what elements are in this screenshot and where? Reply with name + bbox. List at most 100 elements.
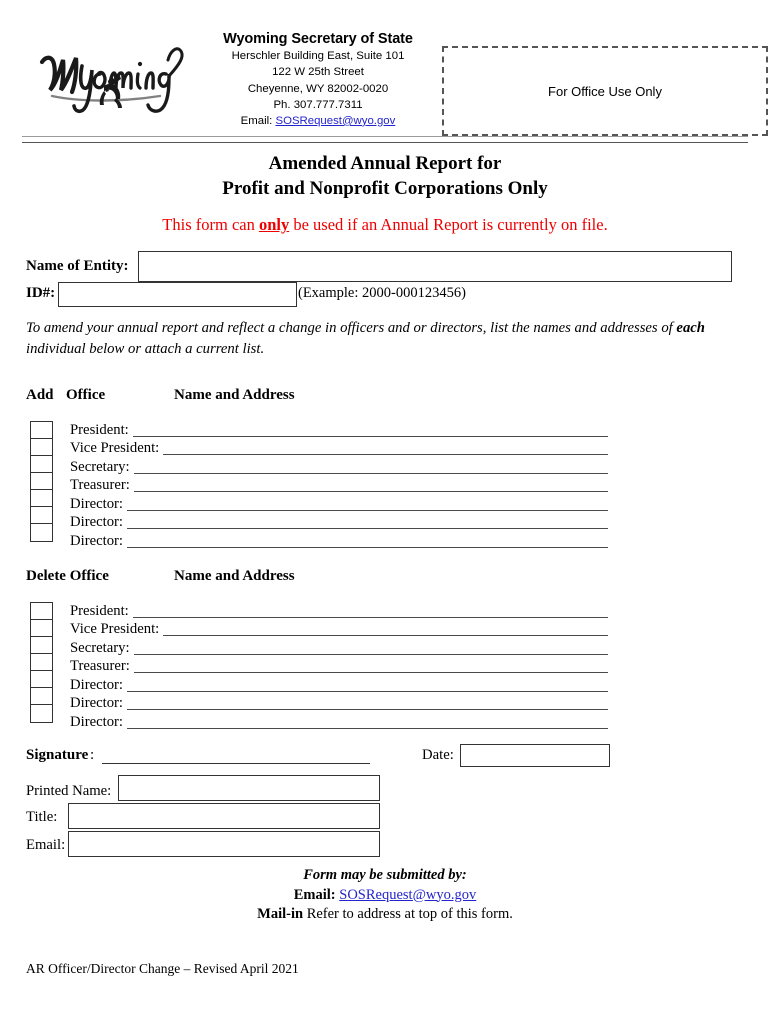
for-office-use-only-box: For Office Use Only bbox=[442, 46, 768, 136]
officer-title-label: Treasurer: bbox=[70, 658, 130, 675]
header-email-label: Email: bbox=[240, 114, 273, 127]
title-field-label: Title: bbox=[26, 809, 58, 825]
officer-name-address-input[interactable] bbox=[127, 690, 608, 692]
officer-checkbox[interactable] bbox=[30, 421, 53, 440]
officer-name-address-input[interactable] bbox=[127, 509, 608, 511]
officer-title-label: Director: bbox=[70, 495, 124, 512]
add-column-label: Add bbox=[26, 387, 54, 403]
officer-checkbox[interactable] bbox=[30, 438, 53, 457]
submit-email-label: Email: bbox=[293, 886, 336, 903]
submit-mail-label: Mail-in bbox=[257, 906, 304, 923]
signature-input[interactable] bbox=[102, 763, 370, 764]
for-office-use-only-label: For Office Use Only bbox=[548, 83, 662, 99]
officer-name-address-input[interactable] bbox=[127, 546, 608, 548]
form-page: Wyoming Secretary of State Herschler Bui… bbox=[0, 0, 770, 1024]
officer-checkbox[interactable] bbox=[30, 455, 53, 474]
officer-title-label: Director: bbox=[70, 514, 124, 531]
warning-text-before: This form can bbox=[162, 215, 259, 234]
officer-checkbox[interactable] bbox=[30, 704, 53, 723]
submit-email-row: Email: SOSRequest@wyo.gov bbox=[22, 886, 748, 906]
officer-row: Director: bbox=[70, 495, 608, 514]
officer-row: Secretary: bbox=[70, 639, 608, 658]
officer-checkbox[interactable] bbox=[30, 602, 53, 621]
officer-title-label: President: bbox=[70, 421, 129, 438]
phone-number: Ph. 307.777.7311 bbox=[273, 98, 363, 111]
officer-row: Director: bbox=[70, 532, 608, 551]
officer-name-address-input[interactable] bbox=[133, 472, 608, 474]
delete-column-label: Delete Office bbox=[26, 568, 109, 584]
date-label: Date: bbox=[422, 747, 454, 763]
email-input[interactable] bbox=[68, 831, 380, 857]
entity-name-input[interactable] bbox=[138, 251, 732, 282]
officer-title-label: Secretary: bbox=[70, 639, 130, 656]
amend-instruction: To amend your annual report and reflect … bbox=[26, 318, 736, 361]
submit-title: Form may be submitted by: bbox=[303, 867, 467, 883]
revision-footnote: AR Officer/Director Change – Revised Apr… bbox=[26, 961, 299, 976]
officer-checkbox[interactable] bbox=[30, 687, 53, 706]
officer-row: Director: bbox=[70, 514, 608, 533]
address-line-2: 122 W 25th Street bbox=[272, 66, 364, 79]
printed-name-input[interactable] bbox=[118, 775, 380, 801]
officer-name-address-input[interactable] bbox=[133, 490, 608, 492]
officer-checkbox[interactable] bbox=[30, 523, 53, 542]
header-email-row: Email: SOSRequest@wyo.gov bbox=[202, 113, 434, 129]
officer-title-label: Vice President: bbox=[70, 621, 160, 638]
officer-title-label: Director: bbox=[70, 532, 124, 549]
officer-row: President: bbox=[70, 602, 608, 621]
submit-email-link[interactable]: SOSRequest@wyo.gov bbox=[339, 887, 476, 903]
header-divider bbox=[22, 136, 748, 143]
delete-officer-rows: President: Vice President: Secretary: Treas… bbox=[70, 602, 608, 732]
officer-title-label: Treasurer: bbox=[70, 477, 130, 494]
officer-name-address-input[interactable] bbox=[133, 653, 608, 655]
officer-row: Director: bbox=[70, 713, 608, 732]
submit-mail-text: Refer to address at top of this form. bbox=[303, 906, 513, 923]
officer-name-address-input[interactable] bbox=[132, 616, 608, 618]
address-line-3: Cheyenne, WY 82002-0020 bbox=[247, 82, 389, 95]
instruction-part-2: individual below or attach a current lis… bbox=[26, 341, 265, 358]
officer-row: Vice President: bbox=[70, 440, 608, 459]
header-email-link[interactable]: SOSRequest@wyo.gov bbox=[275, 115, 395, 127]
agency-name: Wyoming Secretary of State bbox=[223, 31, 413, 47]
date-input[interactable] bbox=[460, 744, 610, 767]
add-name-address-column-label: Name and Address bbox=[174, 387, 295, 403]
officer-checkbox[interactable] bbox=[30, 619, 53, 638]
officer-name-address-input[interactable] bbox=[163, 453, 608, 455]
title-line-1: Amended Annual Report for bbox=[268, 153, 502, 174]
officer-name-address-input[interactable] bbox=[127, 527, 608, 529]
instruction-part-1: To amend your annual report and reflect … bbox=[26, 320, 677, 336]
officer-checkbox[interactable] bbox=[30, 472, 53, 491]
signature-colon: : bbox=[90, 747, 95, 763]
submission-instructions: Form may be submitted by: Email: SOSRequ… bbox=[22, 866, 748, 925]
address-line-1: Herschler Building East, Suite 101 bbox=[231, 50, 405, 63]
officer-title-label: Director: bbox=[70, 676, 124, 693]
delete-checkbox-column bbox=[30, 602, 53, 723]
officer-title-label: Vice President: bbox=[70, 440, 160, 457]
officer-title-label: Director: bbox=[70, 713, 124, 730]
instruction-emphasis: each bbox=[676, 320, 705, 336]
officer-checkbox[interactable] bbox=[30, 489, 53, 508]
officer-checkbox[interactable] bbox=[30, 653, 53, 672]
officer-name-address-input[interactable] bbox=[132, 435, 608, 437]
submit-mail-row: Mail-in Refer to address at top of this … bbox=[22, 905, 748, 925]
officer-row: Director: bbox=[70, 676, 608, 695]
title-input[interactable] bbox=[68, 803, 380, 829]
entity-id-input[interactable] bbox=[58, 282, 297, 307]
officer-title-label: Director: bbox=[70, 695, 124, 712]
officer-name-address-input[interactable] bbox=[127, 727, 608, 729]
officer-row: President: bbox=[70, 421, 608, 440]
officer-checkbox[interactable] bbox=[30, 670, 53, 689]
warning-notice: This form can only be used if an Annual … bbox=[22, 215, 748, 235]
agency-address-block: Wyoming Secretary of State Herschler Bui… bbox=[202, 30, 434, 129]
entity-id-example: (Example: 2000-000123456) bbox=[298, 285, 466, 301]
officer-name-address-input[interactable] bbox=[133, 671, 608, 673]
officer-row: Treasurer: bbox=[70, 477, 608, 496]
officer-checkbox[interactable] bbox=[30, 636, 53, 655]
officer-checkbox[interactable] bbox=[30, 506, 53, 525]
officer-row: Director: bbox=[70, 695, 608, 714]
add-officer-rows: President: Vice President: Secretary: Treas… bbox=[70, 421, 608, 551]
title-line-2: Profit and Nonprofit Corporations Only bbox=[222, 177, 548, 199]
officer-name-address-input[interactable] bbox=[163, 634, 608, 636]
wyoming-logo bbox=[30, 26, 200, 126]
add-office-column-label: Office bbox=[66, 387, 106, 403]
officer-name-address-input[interactable] bbox=[127, 708, 608, 710]
